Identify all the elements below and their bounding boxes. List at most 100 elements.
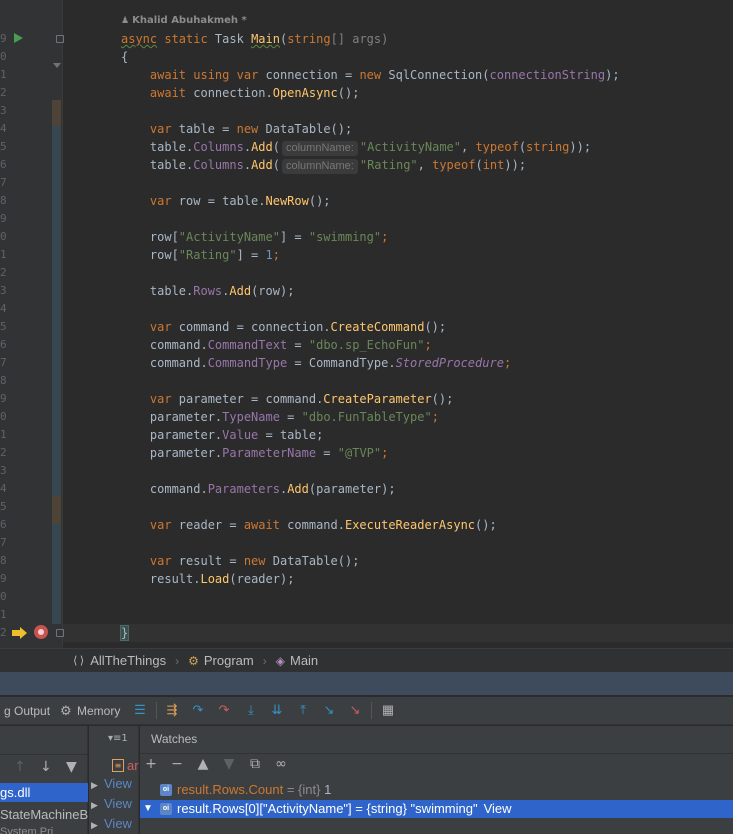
code-line[interactable]: result.Load(reader); bbox=[121, 570, 295, 588]
breadcrumb-namespace[interactable]: ⟨⟩ AllTheThings bbox=[72, 653, 166, 668]
line-number: 6 bbox=[0, 158, 6, 171]
watch-row[interactable]: oi result.Rows.Count = {int} 1 bbox=[140, 781, 733, 799]
code-line[interactable]: command.CommandType = CommandType.Stored… bbox=[121, 354, 511, 372]
line-number: 4 bbox=[0, 302, 6, 315]
view-link[interactable]: View bbox=[104, 776, 132, 791]
code-line[interactable]: table.Columns.Add(columnName: "Rating", t… bbox=[121, 156, 526, 174]
line-number: 2 bbox=[0, 266, 6, 279]
variable-row[interactable]: ▶ View bbox=[91, 776, 132, 794]
view-link[interactable]: View bbox=[104, 816, 132, 831]
code-line[interactable]: var parameter = command.CreateParameter(… bbox=[121, 390, 453, 408]
fold-icon[interactable] bbox=[56, 35, 64, 43]
breadcrumb-separator: › bbox=[175, 653, 180, 668]
code-line[interactable]: parameter.Value = table; bbox=[121, 426, 323, 444]
line-number: 7 bbox=[0, 356, 6, 369]
code-line[interactable]: parameter.ParameterName = "@TVP"; bbox=[121, 444, 388, 462]
gutter-divider bbox=[62, 0, 63, 648]
change-marker[interactable] bbox=[52, 524, 61, 624]
code-line[interactable]: command.Parameters.Add(parameter); bbox=[121, 480, 396, 498]
expand-arrow-icon[interactable]: ▶ bbox=[91, 780, 100, 791]
breadcrumb-separator: › bbox=[262, 653, 267, 668]
debug-tool-window-header[interactable] bbox=[0, 672, 733, 696]
line-number: 1 bbox=[0, 68, 6, 81]
code-line[interactable]: var command = connection.CreateCommand()… bbox=[121, 318, 446, 336]
code-line[interactable]: var result = new DataTable(); bbox=[121, 552, 360, 570]
remove-watch-icon[interactable]: − bbox=[169, 756, 185, 772]
expand-arrow-icon[interactable]: ▶ bbox=[91, 820, 100, 831]
code-line[interactable]: async static Task Main(string[] args) bbox=[121, 30, 388, 48]
code-line[interactable]: parameter.TypeName = "dbo.FunTableType"; bbox=[121, 408, 439, 426]
watch-value: 1 bbox=[324, 782, 332, 797]
evaluate-table-icon[interactable]: ▦ bbox=[380, 701, 396, 719]
tab-debug-output[interactable]: g Output bbox=[4, 704, 50, 718]
code-line[interactable]: var table = new DataTable(); bbox=[121, 120, 352, 138]
code-line[interactable]: } bbox=[119, 624, 130, 642]
filter-icon[interactable]: ▼ bbox=[66, 759, 77, 775]
code-line[interactable]: await using var connection = new SqlConn… bbox=[121, 66, 620, 84]
fold-arrow-icon[interactable] bbox=[53, 63, 61, 68]
code-token: NewRow bbox=[265, 194, 309, 208]
code-line[interactable]: row["Rating"] = 1; bbox=[121, 246, 280, 264]
code-token: table. bbox=[121, 158, 194, 172]
view-link[interactable]: View bbox=[484, 801, 512, 816]
force-run-to-cursor-icon[interactable]: ↘ bbox=[347, 701, 363, 719]
run-to-cursor-icon[interactable]: ↘ bbox=[321, 701, 337, 719]
step-into-my-code-icon[interactable]: ⇊ bbox=[269, 701, 285, 719]
breadcrumb-class[interactable]: ⚙ Program bbox=[188, 653, 254, 668]
watch-expression: result.Rows.Count = {int} 1 bbox=[177, 782, 331, 797]
frame-item[interactable]: StateMachineB bbox=[0, 805, 88, 824]
tab-memory[interactable]: Memory bbox=[77, 704, 120, 718]
variable-row[interactable]: ▶ View bbox=[91, 796, 132, 814]
code-line[interactable]: await connection.OpenAsync(); bbox=[121, 84, 360, 102]
code-token: var bbox=[229, 68, 259, 82]
frame-item[interactable]: System.Pri bbox=[0, 826, 88, 834]
watch-object-icon: oi bbox=[160, 784, 172, 796]
line-number: 8 bbox=[0, 554, 6, 567]
step-over-icon[interactable]: ↷ bbox=[190, 701, 206, 719]
line-number: 0 bbox=[0, 410, 6, 423]
move-up-icon[interactable]: ▲ bbox=[195, 756, 211, 772]
breakpoint-icon[interactable] bbox=[34, 625, 48, 639]
force-step-over-icon[interactable]: ↷ bbox=[216, 701, 232, 719]
expand-arrow-icon[interactable]: ▶ bbox=[91, 800, 100, 811]
inspect-icon[interactable]: ∞ bbox=[273, 756, 289, 772]
show-execution-point-icon[interactable]: ⇶ bbox=[164, 701, 180, 719]
variable-row[interactable]: ▶ View bbox=[91, 816, 132, 834]
code-line[interactable]: row["ActivityName"] = "swimming"; bbox=[121, 228, 388, 246]
code-line[interactable]: command.CommandText = "dbo.sp_EchoFun"; bbox=[121, 336, 432, 354]
code-token: [] args) bbox=[330, 32, 389, 46]
frame-item-selected[interactable]: gs.dll bbox=[0, 783, 88, 802]
code-vision-author[interactable]: ♟ Khalid Abuhakmeh * bbox=[121, 15, 247, 26]
code-token: . bbox=[243, 158, 252, 172]
arrow-down-icon[interactable]: ↓ bbox=[40, 759, 52, 775]
code-line[interactable]: table.Rows.Add(row); bbox=[121, 282, 295, 300]
add-watch-icon[interactable]: + bbox=[143, 756, 159, 772]
change-marker[interactable] bbox=[52, 100, 61, 126]
move-down-icon[interactable]: ▼ bbox=[221, 756, 237, 772]
line-number: 9 bbox=[0, 572, 6, 585]
code-line[interactable]: var row = table.NewRow(); bbox=[121, 192, 331, 210]
run-gutter-icon[interactable] bbox=[14, 33, 23, 43]
menu-lines-icon[interactable]: ☰ bbox=[132, 701, 148, 719]
code-line[interactable]: table.Columns.Add(columnName: "ActivityNa… bbox=[121, 138, 591, 156]
code-token: row[ bbox=[121, 248, 179, 262]
duplicate-watch-icon[interactable]: ⧉ bbox=[247, 756, 263, 772]
code-editor[interactable]: 9 0 1 2 3 4 5 6 7 8 9 0 1 2 3 4 5 6 7 8 … bbox=[0, 0, 733, 648]
watch-row-selected[interactable]: ▼ oi result.Rows[0]["ActivityName"] = {s… bbox=[140, 800, 733, 818]
view-link[interactable]: View bbox=[104, 796, 132, 811]
arrow-up-icon[interactable]: ↑ bbox=[14, 759, 26, 775]
collapse-all-icon[interactable]: ▾≡1 bbox=[108, 733, 128, 744]
step-out-icon[interactable]: ⤒ bbox=[295, 701, 311, 719]
code-line[interactable]: { bbox=[121, 48, 128, 66]
code-token: table = bbox=[171, 122, 237, 136]
change-marker[interactable] bbox=[52, 496, 61, 524]
code-line[interactable]: var reader = await command.ExecuteReader… bbox=[121, 516, 497, 534]
code-token: (row); bbox=[251, 284, 295, 298]
breadcrumb-method[interactable]: ◈ Main bbox=[276, 653, 318, 668]
change-marker[interactable] bbox=[52, 126, 61, 496]
fold-icon[interactable] bbox=[56, 629, 64, 637]
memory-icon[interactable]: ⚙ bbox=[60, 703, 72, 719]
expand-arrow-icon[interactable]: ▼ bbox=[143, 803, 153, 814]
variable-row[interactable]: ≡ ar bbox=[112, 757, 139, 775]
step-into-icon[interactable]: ⤓ bbox=[243, 701, 259, 719]
